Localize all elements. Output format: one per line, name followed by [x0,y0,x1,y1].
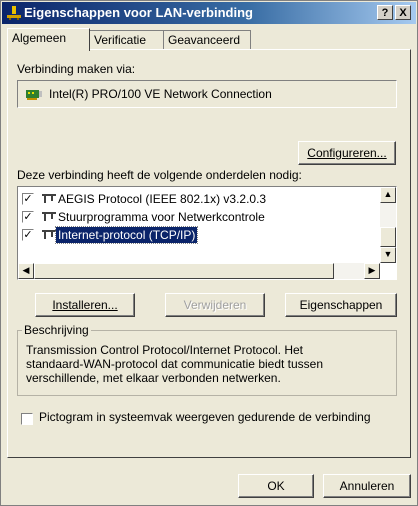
window-title: Eigenschappen voor LAN-verbinding [24,5,253,20]
description-text-1: Transmission Control Protocol/Internet P… [26,343,304,357]
tray-icon-checkbox[interactable] [21,413,33,425]
ok-button[interactable]: OK [238,474,314,498]
title-bar[interactable]: Eigenschappen voor LAN-verbinding ? X [2,2,416,24]
install-button[interactable]: Installeren... [35,293,135,317]
cancel-button-label: Annuleren [339,479,395,493]
description-title: Beschrijving [22,323,91,337]
item-label: AEGIS Protocol (IEEE 802.1x) v3.2.0.3 [58,192,267,206]
tab-verificatie[interactable]: Verificatie [89,30,164,50]
cancel-button[interactable]: Annuleren [323,474,411,498]
components-label: Deze verbinding heeft de volgende onderd… [17,168,302,182]
install-button-label: Installeren... [52,298,118,312]
configure-button-label: Configureren... [307,146,387,160]
help-button[interactable]: ? [377,5,393,20]
checkbox-netmon[interactable]: ✓ [22,211,34,223]
scroll-right-icon[interactable]: ▶ [364,263,380,279]
item-label: Internet-protocol (TCP/IP) [54,226,199,244]
properties-button[interactable]: Eigenschappen [285,293,397,317]
components-list[interactable]: ✓ AEGIS Protocol (IEEE 802.1x) v3.2.0.3 … [17,186,397,280]
properties-dialog: Eigenschappen voor LAN-verbinding ? X Al… [0,0,418,506]
configure-button[interactable]: Configureren... [298,141,396,165]
properties-button-label: Eigenschappen [299,298,383,312]
scroll-thumb-horizontal[interactable] [34,263,334,279]
description-group: Beschrijving Transmission Control Protoc… [17,323,397,396]
scroll-thumb[interactable] [380,227,396,247]
protocol-icon [42,212,56,221]
tab-panel-general: Verbinding maken via: Intel(R) PRO/100 V… [7,49,411,458]
checkbox-tcpip[interactable]: ✓ [22,229,34,241]
scroll-left-icon[interactable]: ◀ [18,263,34,279]
network-icon [7,6,21,20]
connect-via-label: Verbinding maken via: [17,62,136,76]
list-item[interactable]: ✓ AEGIS Protocol (IEEE 802.1x) v3.2.0.3 [22,191,362,209]
scroll-up-icon[interactable]: ▲ [380,187,396,203]
close-button[interactable]: X [395,5,411,20]
description-text-2: standaard-WAN-protocol dat communicatie … [26,357,324,371]
adapter-name: Intel(R) PRO/100 VE Network Connection [49,87,272,101]
description-text-3: verschillende, met elkaar verbonden netw… [26,371,281,385]
protocol-icon [42,194,56,203]
tab-geavanceerd[interactable]: Geavanceerd [163,30,251,50]
remove-button-label: Verwijderen [183,298,247,312]
list-item[interactable]: ✓ Stuurprogramma voor Netwerkcontrole [22,209,362,227]
horizontal-scrollbar[interactable]: ◀ ▶ [18,263,380,279]
list-item-selected[interactable]: ✓ Internet-protocol (TCP/IP) [22,226,362,245]
vertical-scrollbar[interactable]: ▲ ▼ [380,187,396,263]
tab-algemeen[interactable]: Algemeen [7,28,90,51]
checkbox-aegis[interactable]: ✓ [22,193,34,205]
item-label: Stuurprogramma voor Netwerkcontrole [58,210,265,224]
scroll-down-icon[interactable]: ▼ [380,247,396,263]
remove-button[interactable]: Verwijderen [165,293,265,317]
network-card-icon [26,90,42,100]
tray-icon-label[interactable]: Pictogram in systeemvak weergeven gedure… [39,410,371,424]
adapter-box: Intel(R) PRO/100 VE Network Connection [17,80,397,108]
ok-button-label: OK [267,479,285,493]
